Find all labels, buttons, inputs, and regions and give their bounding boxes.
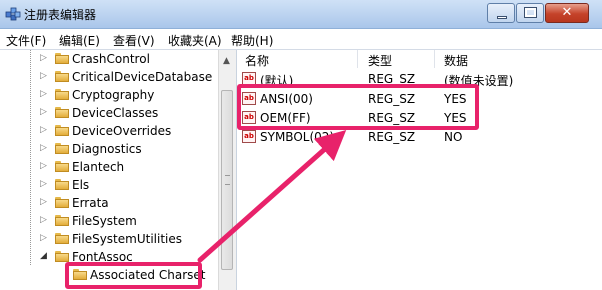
arrow-line (197, 130, 347, 263)
registry-editor-window: 注册表编辑器 ✕ 文件(F) 编辑(E) 查看(V) 收藏夹(A) 帮助(H) … (0, 0, 602, 290)
annotation-arrow (197, 130, 347, 263)
